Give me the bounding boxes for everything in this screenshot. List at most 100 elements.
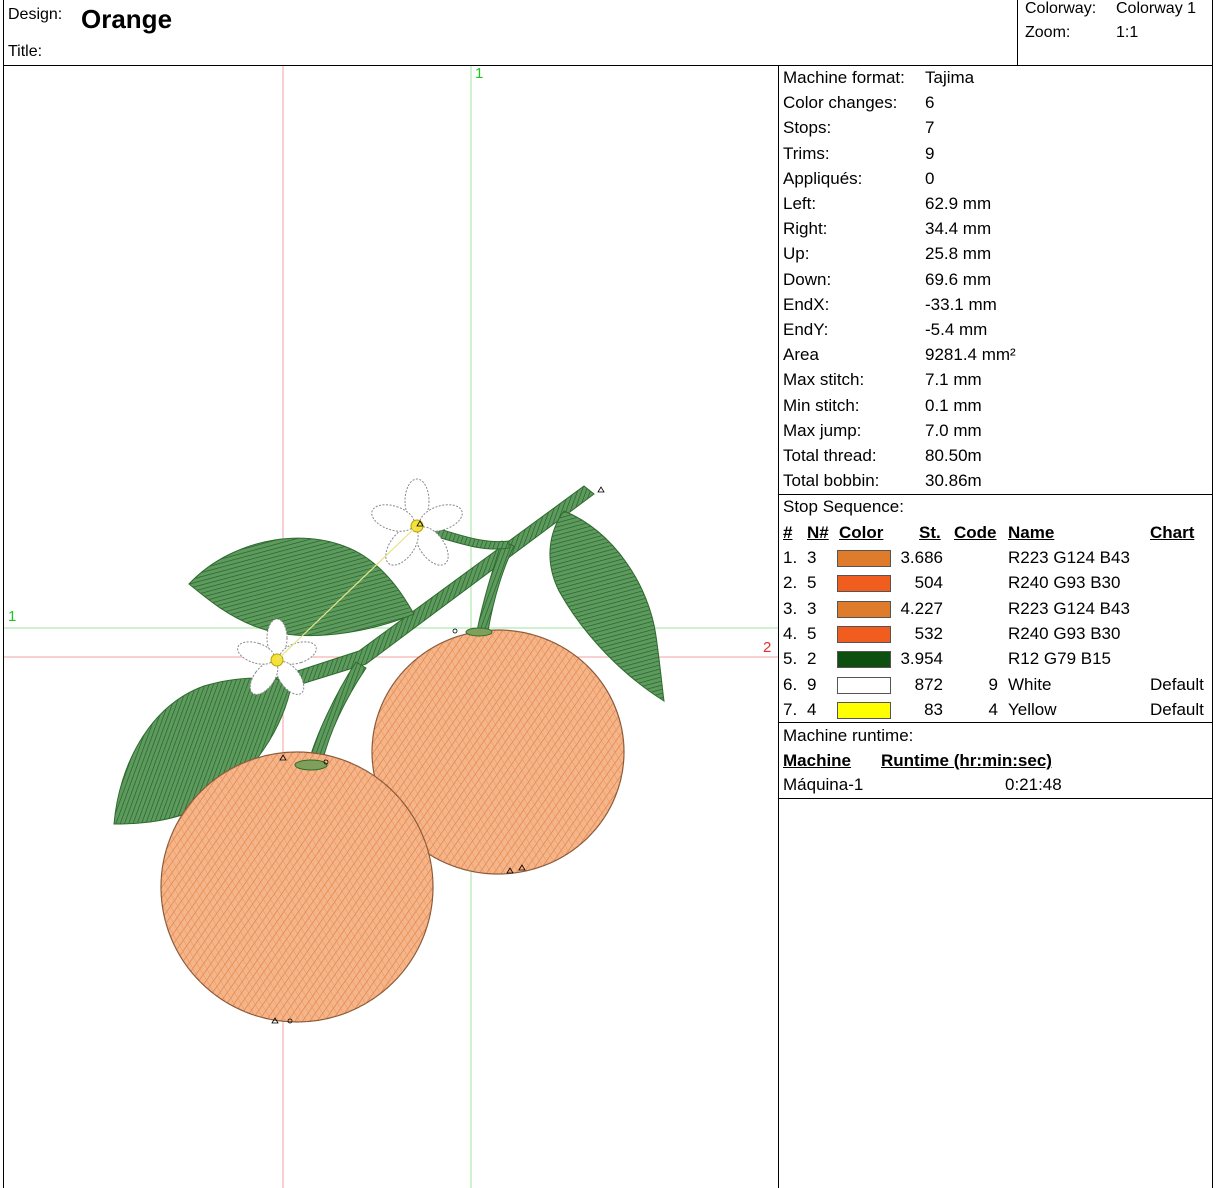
frame-right-rule — [1212, 0, 1213, 1188]
seq-index: 3. — [783, 598, 798, 618]
seq-chart: Default — [1150, 699, 1204, 719]
machine-info-value: 0 — [925, 168, 935, 188]
seq-header-code: Code — [954, 523, 997, 542]
design-name: Orange — [81, 4, 173, 34]
seq-chart: Default — [1150, 674, 1204, 694]
seq-header-color: Color — [839, 523, 884, 542]
machine-info-label: Stops: — [783, 118, 832, 138]
leaf-top — [188, 537, 415, 636]
seq-name: R12 G79 B15 — [1008, 649, 1112, 669]
colorway-label: Colorway: — [1025, 0, 1097, 17]
runtime-machine-name: Máquina-1 — [783, 775, 864, 794]
runtime-section-rule — [778, 798, 1213, 799]
machine-info-value: -5.4 mm — [925, 320, 988, 339]
machine-info-value: 25.8 mm — [925, 244, 992, 264]
machine-info-value: 7.1 mm — [925, 370, 982, 390]
runtime-header-machine: Machine — [783, 751, 852, 770]
axis-marker-top: 1 — [475, 65, 484, 82]
machine-info-value: -33.1 mm — [925, 294, 997, 314]
seq-stitches: 872 — [914, 674, 943, 694]
machine-info-value: 69.6 mm — [925, 269, 992, 289]
machine-info-value: 62.9 mm — [925, 194, 992, 213]
seq-index: 6. — [783, 674, 798, 694]
header-divider — [1017, 0, 1018, 65]
flower-top — [371, 478, 463, 566]
machine-info-label: Right: — [783, 219, 828, 239]
axis-marker-right: 2 — [763, 639, 772, 656]
machine-info-label: Max jump: — [783, 420, 862, 440]
seq-name: R223 G124 B43 — [1008, 548, 1130, 567]
seq-code: 9 — [988, 674, 998, 694]
seq-name: R240 G93 B30 — [1008, 623, 1121, 643]
runtime-header-runtime: Runtime (hr:min:sec) — [881, 751, 1052, 770]
seq-stitches: 3.686 — [900, 548, 943, 567]
seq-index: 4. — [783, 623, 798, 643]
machine-info-value: 9 — [925, 143, 935, 163]
machine-info-label: Area — [783, 345, 819, 365]
design-label: Design: — [8, 6, 63, 23]
seq-needle: 5 — [807, 573, 817, 593]
seq-needle: 5 — [807, 623, 817, 643]
title-label: Title: — [8, 43, 43, 60]
seq-name: R223 G124 B43 — [1008, 598, 1130, 618]
machine-info-value: 34.4 mm — [925, 219, 992, 239]
seq-needle: 9 — [807, 674, 817, 694]
sequence-section-rule — [778, 722, 1213, 723]
seq-needle: 2 — [807, 649, 817, 669]
machine-info-value: 0.1 mm — [925, 395, 982, 415]
design-canvas — [4, 66, 778, 1188]
orange-right-calyx — [465, 627, 493, 637]
machine-info-label: Color changes: — [783, 93, 898, 113]
orange-left-texture — [161, 752, 433, 1022]
machine-info-label: EndX: — [783, 294, 830, 314]
seq-name: White — [1008, 674, 1052, 694]
machine-info-label: Appliqués: — [783, 168, 863, 188]
trim-marker-icon — [452, 628, 458, 634]
machine-info-label: Total thread: — [783, 446, 877, 465]
seq-stitches: 532 — [914, 623, 943, 643]
seq-header-chart: Chart — [1150, 523, 1195, 542]
panel-divider — [778, 65, 779, 1188]
machine-info-value: 80.50m — [925, 446, 982, 465]
machine-info-label: Down: — [783, 269, 832, 289]
color-swatch — [837, 676, 891, 694]
runtime-value: 0:21:48 — [1005, 775, 1062, 794]
machine-info-label: Max stitch: — [783, 370, 865, 390]
seq-header-index: # — [783, 523, 793, 542]
machine-info-label: Left: — [783, 194, 817, 213]
machine-info-value: 9281.4 mm² — [925, 345, 1016, 365]
seq-name: Yellow — [1008, 699, 1057, 719]
runtime-title: Machine runtime: — [783, 726, 914, 745]
seq-index: 7. — [783, 699, 798, 719]
color-swatch — [837, 600, 891, 618]
seq-index: 1. — [783, 548, 798, 567]
color-swatch — [837, 625, 891, 643]
seq-stitches: 3.954 — [900, 649, 943, 669]
machine-info-label: Trims: — [783, 143, 830, 163]
machine-info-label: Total bobbin: — [783, 471, 880, 491]
seq-code: 4 — [988, 699, 998, 719]
info-section-rule — [778, 494, 1213, 495]
machine-info-value: 30.86m — [925, 471, 982, 491]
seq-header-stitches: St. — [919, 523, 941, 542]
seq-name: R240 G93 B30 — [1008, 573, 1121, 593]
seq-header-needle: N# — [807, 523, 829, 542]
machine-info-value: 6 — [925, 93, 935, 113]
color-swatch — [837, 550, 891, 567]
orange-left-calyx — [294, 759, 328, 771]
machine-info-label: EndY: — [783, 320, 829, 339]
seq-needle: 3 — [807, 548, 817, 567]
machine-info-label: Machine format: — [783, 68, 905, 87]
machine-info-value: 7 — [925, 118, 935, 138]
machine-info-label: Up: — [783, 244, 810, 264]
seq-stitches: 504 — [914, 573, 943, 593]
seq-needle: 3 — [807, 598, 817, 618]
seq-index: 5. — [783, 649, 798, 669]
colorway-value: Colorway 1 — [1116, 0, 1197, 17]
color-swatch — [837, 701, 891, 719]
machine-info-value: Tajima — [925, 68, 975, 87]
seq-needle: 4 — [807, 699, 817, 719]
color-swatch — [837, 575, 891, 593]
zoom-label: Zoom: — [1025, 24, 1071, 41]
machine-info-value: 7.0 mm — [925, 420, 982, 440]
